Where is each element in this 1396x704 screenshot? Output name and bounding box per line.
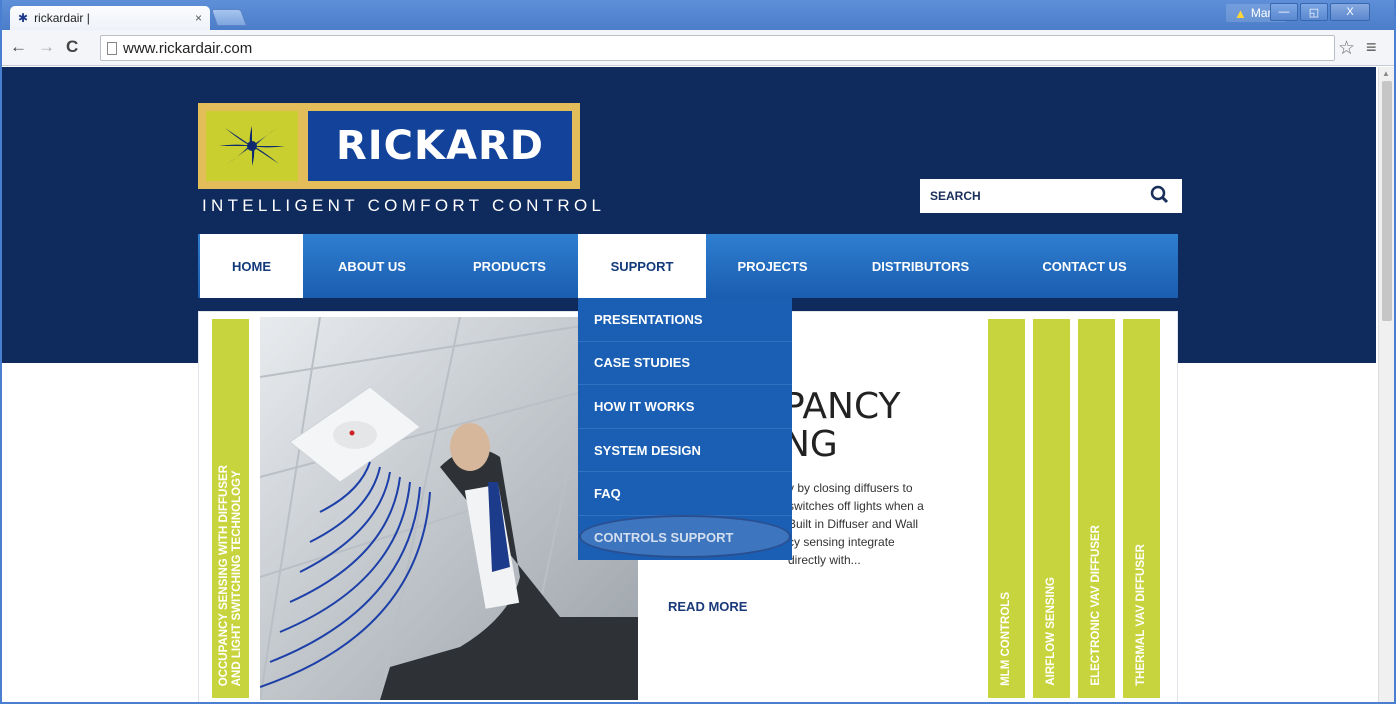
slide-description-line: switches off lights when a xyxy=(788,499,924,513)
search-input[interactable] xyxy=(930,189,1140,203)
scroll-up-arrow-icon[interactable]: ▲ xyxy=(1382,69,1390,78)
back-arrow-icon[interactable]: ← xyxy=(10,38,27,55)
slider-tab-electronic-vav-diffuser[interactable]: ELECTRONIC VAV DIFFUSER xyxy=(1076,317,1117,700)
slide-description-line: Built in Diffuser and Wall xyxy=(788,517,919,531)
tab-title: rickardair | xyxy=(34,11,90,25)
read-more-link[interactable]: READ MORE xyxy=(668,599,747,614)
url-text: www.rickardair.com xyxy=(123,39,253,57)
slider-tab-label: AIRFLOW SENSING xyxy=(1045,577,1057,686)
tab-close-icon[interactable]: × xyxy=(195,11,202,25)
menu-item-system-design[interactable]: SYSTEM DESIGN xyxy=(578,429,792,473)
brand-tagline: INTELLIGENT COMFORT CONTROL xyxy=(202,196,606,215)
support-dropdown-menu: PRESENTATIONS CASE STUDIES HOW IT WORKS … xyxy=(578,298,792,560)
window-controls: — ◱ X xyxy=(1270,3,1370,21)
menu-item-case-studies[interactable]: CASE STUDIES xyxy=(578,342,792,386)
browser-tab[interactable]: ✱ rickardair | × xyxy=(10,6,210,30)
page-viewport: RICKARD INTELLIGENT COMFORT CONTROL HOME… xyxy=(0,67,1396,704)
slide-description-line: directly with... xyxy=(788,553,861,567)
minimize-button[interactable]: — xyxy=(1270,3,1298,21)
search-icon[interactable] xyxy=(1150,185,1170,210)
nav-contact-us[interactable]: CONTACT US xyxy=(1002,234,1167,298)
restore-button[interactable]: ◱ xyxy=(1300,3,1328,21)
window-titlebar: ✱ rickardair | × ▲ Mark — ◱ X xyxy=(0,0,1396,30)
slide-description: y by closing diffusers to switches off l… xyxy=(788,479,960,569)
slider-tab-label: OCCUPANCY SENSING WITH DIFFUSER AND LIGH… xyxy=(217,464,243,686)
menu-item-presentations[interactable]: PRESENTATIONS xyxy=(578,298,792,342)
scroll-thumb[interactable] xyxy=(1382,81,1392,321)
logo-wordmark: RICKARD xyxy=(308,111,572,181)
menu-item-faq[interactable]: FAQ xyxy=(578,472,792,516)
warning-icon: ▲ xyxy=(1234,5,1247,21)
new-tab-button[interactable] xyxy=(210,9,248,26)
nav-distributors[interactable]: DISTRIBUTORS xyxy=(839,234,1002,298)
slider-tab-label: ELECTRONIC VAV DIFFUSER xyxy=(1090,525,1102,686)
nav-projects[interactable]: PROJECTS xyxy=(706,234,839,298)
rickard-fan-logo-icon xyxy=(206,111,298,181)
menu-item-how-it-works[interactable]: HOW IT WORKS xyxy=(578,385,792,429)
bookmark-star-icon[interactable]: ☆ xyxy=(1338,37,1355,60)
slide-description-line: y by closing diffusers to xyxy=(788,481,913,495)
nav-about-us[interactable]: ABOUT US xyxy=(303,234,441,298)
rickard-favicon-icon: ✱ xyxy=(18,11,29,25)
close-window-button[interactable]: X xyxy=(1330,3,1370,21)
slider-tab-occupancy-sensing[interactable]: OCCUPANCY SENSING WITH DIFFUSER AND LIGH… xyxy=(210,317,251,700)
slider-tab-thermal-vav-diffuser[interactable]: THERMAL VAV DIFFUSER xyxy=(1121,317,1162,700)
reload-icon[interactable]: C xyxy=(66,38,78,55)
browser-toolbar: ← → C www.rickardair.com ☆ ≡ xyxy=(0,30,1396,66)
slide-description-line: cy sensing integrate xyxy=(788,535,895,549)
slider-tab-label: MLM CONTROLS xyxy=(1000,592,1012,686)
page-icon xyxy=(107,41,117,55)
slider-tab-label: THERMAL VAV DIFFUSER xyxy=(1135,544,1147,686)
forward-arrow-icon[interactable]: → xyxy=(38,38,55,55)
browser-menu-icon[interactable]: ≡ xyxy=(1366,37,1377,58)
vertical-scrollbar[interactable]: ▲ xyxy=(1378,67,1394,704)
nav-products[interactable]: PRODUCTS xyxy=(441,234,578,298)
address-bar[interactable]: www.rickardair.com xyxy=(100,35,1335,61)
nav-support[interactable]: SUPPORT xyxy=(578,234,706,298)
slider-tab-mlm-controls[interactable]: MLM CONTROLS xyxy=(986,317,1027,700)
brand-name: RICKARD xyxy=(336,123,544,169)
main-navigation: HOME ABOUT US PRODUCTS SUPPORT PROJECTS … xyxy=(198,234,1178,298)
slider-tab-airflow-sensing[interactable]: AIRFLOW SENSING xyxy=(1031,317,1072,700)
slide-title-line-1: PANCY xyxy=(783,386,901,427)
rickard-logo[interactable]: RICKARD xyxy=(198,103,580,189)
menu-item-controls-support[interactable]: CONTROLS SUPPORT xyxy=(578,516,792,560)
nav-home[interactable]: HOME xyxy=(200,234,303,298)
search-box xyxy=(920,179,1182,213)
